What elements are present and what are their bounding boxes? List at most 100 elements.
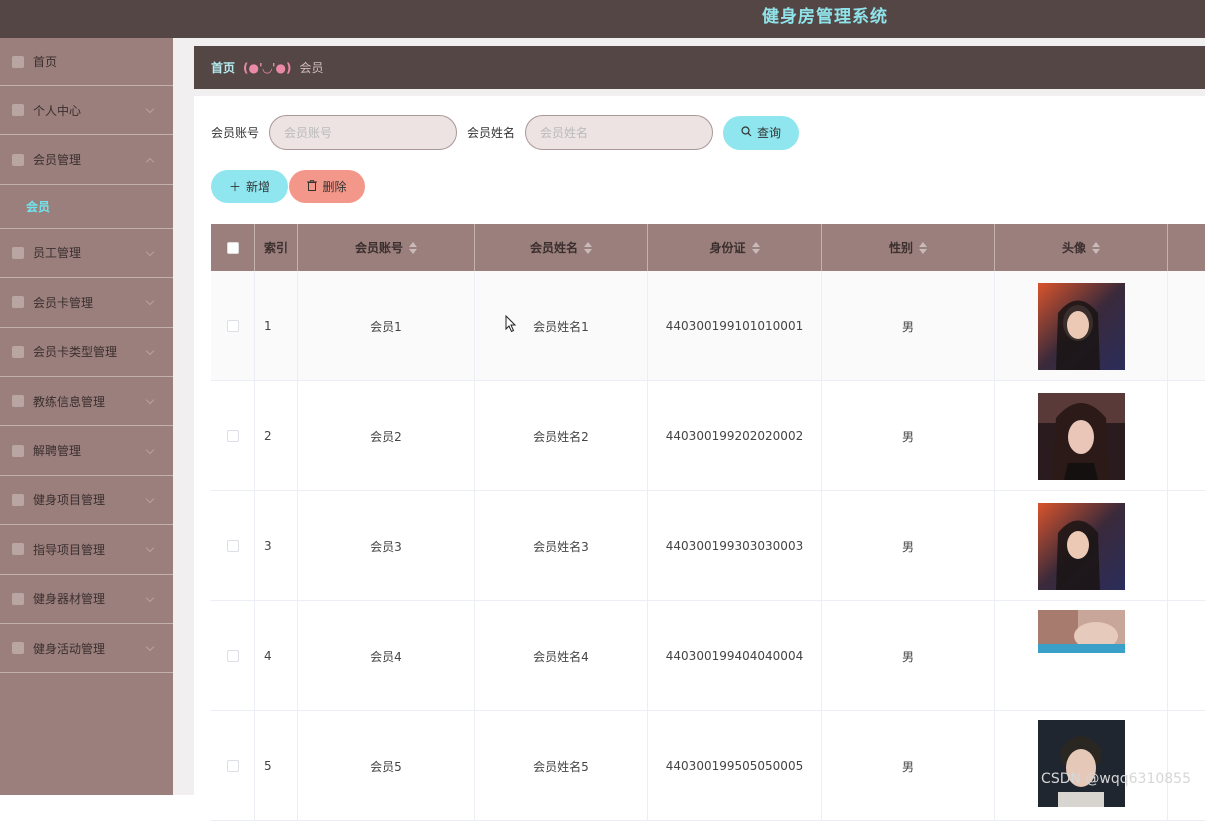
breadcrumb-home[interactable]: 首页 (211, 59, 235, 76)
sidebar-item-coach-info[interactable]: 教练信息管理 (0, 377, 173, 426)
sidebar-item-membership-card[interactable]: 会员卡管理 (0, 278, 173, 327)
row-checkbox[interactable] (227, 650, 239, 662)
search-icon (741, 126, 752, 140)
sort-icon[interactable] (919, 242, 927, 254)
add-button-label: 新增 (246, 178, 270, 195)
row-checkbox[interactable] (227, 760, 239, 772)
sidebar-item-label: 会员卡类型管理 (33, 343, 117, 360)
user-icon (12, 104, 24, 116)
account-search-input[interactable] (269, 115, 457, 150)
header-account[interactable]: 会员账号 (298, 224, 475, 271)
cell-index: 4 (255, 601, 298, 711)
cell-name: 会员姓名2 (475, 381, 648, 491)
sidebar-item-fitness-project[interactable]: 健身项目管理 (0, 476, 173, 525)
flag-icon (12, 154, 24, 166)
content-panel: 会员账号 会员姓名 查询 ＋ 新增 删除 (194, 96, 1205, 795)
delete-button[interactable]: 删除 (289, 170, 365, 203)
trash-icon (307, 180, 317, 194)
avatar-image[interactable] (1038, 393, 1125, 480)
cell-avatar (995, 381, 1168, 491)
header-gender[interactable]: 性别 (822, 224, 995, 271)
card-icon (12, 296, 24, 308)
cell-index: 3 (255, 491, 298, 601)
sidebar-item-dismissal[interactable]: 解聘管理 (0, 426, 173, 475)
app-title: 健身房管理系统 (762, 2, 888, 27)
sidebar: 首页 个人中心 会员管理 会员 员工管理 会员卡管理 会员卡类型管理 教练信息管… (0, 38, 173, 795)
action-buttons: ＋ 新增 删除 (211, 170, 365, 203)
sidebar-item-label: 健身活动管理 (33, 640, 105, 657)
name-search-input[interactable] (525, 115, 713, 150)
query-button[interactable]: 查询 (723, 116, 799, 150)
chevron-down-icon (146, 544, 154, 552)
send-icon (12, 445, 24, 457)
row-checkbox[interactable] (227, 320, 239, 332)
cell-index: 1 (255, 271, 298, 381)
avatar-image[interactable] (1038, 610, 1125, 653)
row-checkbox[interactable] (227, 430, 239, 442)
cell-name: 会员姓名3 (475, 491, 648, 601)
cell-index: 2 (255, 381, 298, 491)
chevron-down-icon (146, 105, 154, 113)
cell-gender: 男 (822, 491, 995, 601)
sidebar-item-equipment[interactable]: 健身器材管理 (0, 575, 173, 624)
sidebar-item-guidance-project[interactable]: 指导项目管理 (0, 525, 173, 574)
chevron-down-icon (146, 495, 154, 503)
sidebar-item-label: 健身器材管理 (33, 590, 105, 607)
sort-icon[interactable] (1092, 242, 1100, 254)
cell-name: 会员姓名5 (475, 711, 648, 821)
mouse-cursor-icon (505, 315, 517, 333)
account-label: 会员账号 (211, 124, 259, 141)
add-button[interactable]: ＋ 新增 (211, 170, 288, 203)
cell-name: 会员姓名4 (475, 601, 648, 711)
cell-id-card: 440300199101010001 (648, 271, 822, 381)
cell-gender: 男 (822, 271, 995, 381)
avatar-image[interactable] (1038, 503, 1125, 590)
chevron-down-icon (146, 396, 154, 404)
sidebar-subitem-label: 会员 (26, 198, 50, 215)
plus-icon: ＋ (229, 178, 241, 195)
cell-id-card: 440300199303030003 (648, 491, 822, 601)
cell-id-card: 440300199505050005 (648, 711, 822, 821)
table-row[interactable]: 2 会员2 会员姓名2 440300199202020002 男 (211, 381, 1205, 491)
query-button-label: 查询 (757, 124, 781, 141)
header-index: 索引 (255, 224, 298, 271)
sidebar-item-card-type[interactable]: 会员卡类型管理 (0, 328, 173, 377)
list-icon (12, 346, 24, 358)
cell-account: 会员5 (298, 711, 475, 821)
cell-avatar (995, 271, 1168, 381)
row-checkbox[interactable] (227, 540, 239, 552)
table-row[interactable]: 1 会员1 会员姓名1 440300199101010001 男 (211, 271, 1205, 381)
calendar-icon (12, 642, 24, 654)
header-id-card[interactable]: 身份证 (648, 224, 822, 271)
table-header: 索引 会员账号 会员姓名 身份证 性别 头像 (211, 224, 1205, 271)
sidebar-item-personal-center[interactable]: 个人中心 (0, 86, 173, 135)
table-row[interactable]: 4 会员4 会员姓名4 440300199404040004 男 (211, 601, 1205, 711)
cell-id-card: 440300199404040004 (648, 601, 822, 711)
sort-icon[interactable] (584, 242, 592, 254)
header-avatar[interactable]: 头像 (995, 224, 1168, 271)
select-all-checkbox[interactable] (227, 242, 239, 254)
sort-icon[interactable] (409, 242, 417, 254)
avatar-image[interactable] (1038, 720, 1125, 807)
sidebar-item-activity[interactable]: 健身活动管理 (0, 624, 173, 673)
breadcrumb-current: 会员 (300, 59, 324, 76)
sort-icon[interactable] (752, 242, 760, 254)
sidebar-item-home[interactable]: 首页 (0, 38, 173, 86)
cell-account: 会员1 (298, 271, 475, 381)
watermark: CSDN @wqq6310855 (1041, 771, 1191, 787)
doc-icon (12, 494, 24, 506)
person-icon (12, 593, 24, 605)
cell-avatar (995, 491, 1168, 601)
table-row[interactable]: 3 会员3 会员姓名3 440300199303030003 男 (211, 491, 1205, 601)
cell-account: 会员2 (298, 381, 475, 491)
sidebar-subitem-member[interactable]: 会员 (0, 185, 173, 229)
sidebar-item-member-management[interactable]: 会员管理 (0, 135, 173, 184)
chat-icon (12, 247, 24, 259)
cell-avatar (995, 601, 1168, 711)
avatar-image[interactable] (1038, 283, 1125, 370)
header-name[interactable]: 会员姓名 (475, 224, 648, 271)
main-content: 首页 (●'◡'●) 会员 会员账号 会员姓名 查询 ＋ 新增 (173, 38, 1205, 795)
table-row[interactable]: 5 会员5 会员姓名5 440300199505050005 男 (211, 711, 1205, 821)
delete-button-label: 删除 (322, 178, 346, 195)
sidebar-item-staff-management[interactable]: 员工管理 (0, 229, 173, 278)
